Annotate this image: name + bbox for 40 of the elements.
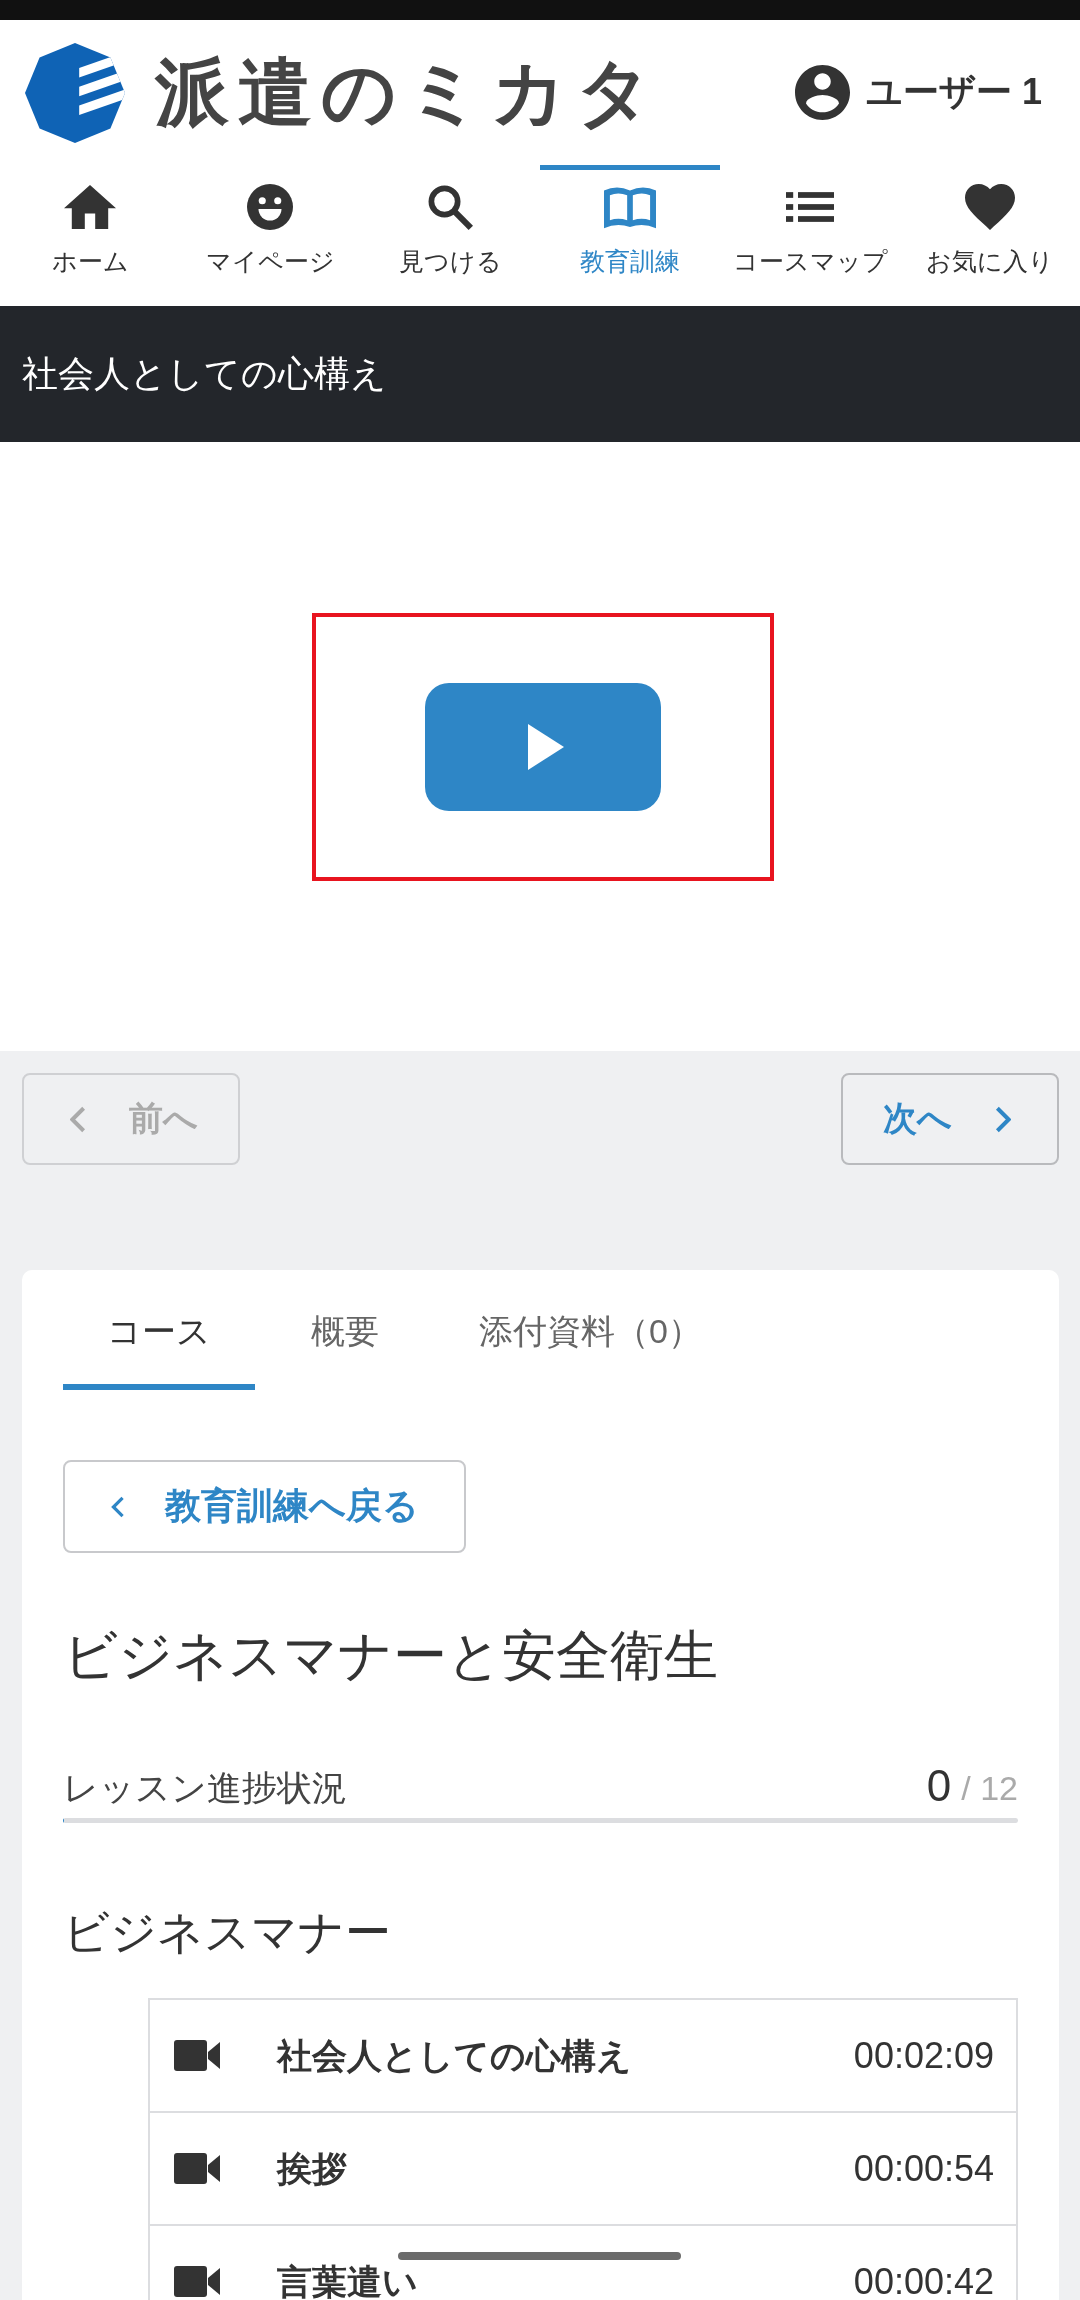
lesson-title: 社会人としての心構え	[277, 2037, 632, 2074]
logo-icon	[25, 42, 125, 143]
course-title: ビジネスマナーと安全衛生	[63, 1624, 719, 1687]
account-icon	[794, 65, 850, 120]
course-tab[interactable]: コース	[63, 1270, 255, 1390]
chevron-left-icon	[111, 1495, 125, 1518]
completed-count: 0	[926, 1762, 952, 1810]
smiley-face-icon	[244, 184, 296, 230]
lesson-row[interactable]: 社会人としての心構え 00:02:09	[150, 2000, 1016, 2113]
lesson-duration: 00:00:54	[853, 2150, 994, 2187]
video-camera-icon	[174, 2040, 220, 2071]
lesson-duration: 00:00:42	[853, 2263, 994, 2300]
lesson-title: 言葉遣い	[277, 2263, 418, 2300]
lesson-duration: 00:02:09	[853, 2037, 994, 2074]
back-button[interactable]: 教育訓練へ戻る	[63, 1460, 466, 1553]
user-menu-button[interactable]: ユーザー 1	[794, 65, 1042, 120]
chevron-right-icon	[995, 1105, 1011, 1133]
nav-tab[interactable]: マイページ	[180, 165, 360, 291]
nav-tab[interactable]: お気に入り	[900, 165, 1080, 291]
lesson-row[interactable]: 挨拶 00:00:54	[150, 2113, 1016, 2226]
progress-label: レッスン進捗状況	[63, 1767, 347, 1809]
nav-tab[interactable]: ホーム	[0, 165, 180, 291]
logo-text: 派遣のミカタ	[155, 55, 661, 130]
nav-tab[interactable]: コースマップ	[720, 165, 900, 291]
section-heading: ビジネスマナー	[63, 1905, 392, 1960]
course-tab[interactable]: 添付資料（0）	[435, 1270, 746, 1390]
total-count: / 12	[961, 1768, 1018, 1809]
video-camera-icon	[174, 2153, 220, 2184]
video-camera-icon	[174, 2266, 220, 2297]
play-button[interactable]	[425, 682, 661, 811]
nav-tab[interactable]: 教育訓練	[540, 165, 720, 291]
play-icon	[528, 723, 564, 770]
nav-tab[interactable]: 見つける	[360, 165, 540, 291]
course-tab[interactable]: 概要	[267, 1270, 423, 1390]
chevron-left-icon	[70, 1105, 86, 1133]
list-icon	[786, 192, 834, 222]
home-icon	[64, 184, 116, 230]
lesson-title: 社会人としての心構え	[22, 351, 387, 396]
heart-icon	[964, 184, 1016, 230]
lesson-title: 挨拶	[277, 2150, 347, 2187]
